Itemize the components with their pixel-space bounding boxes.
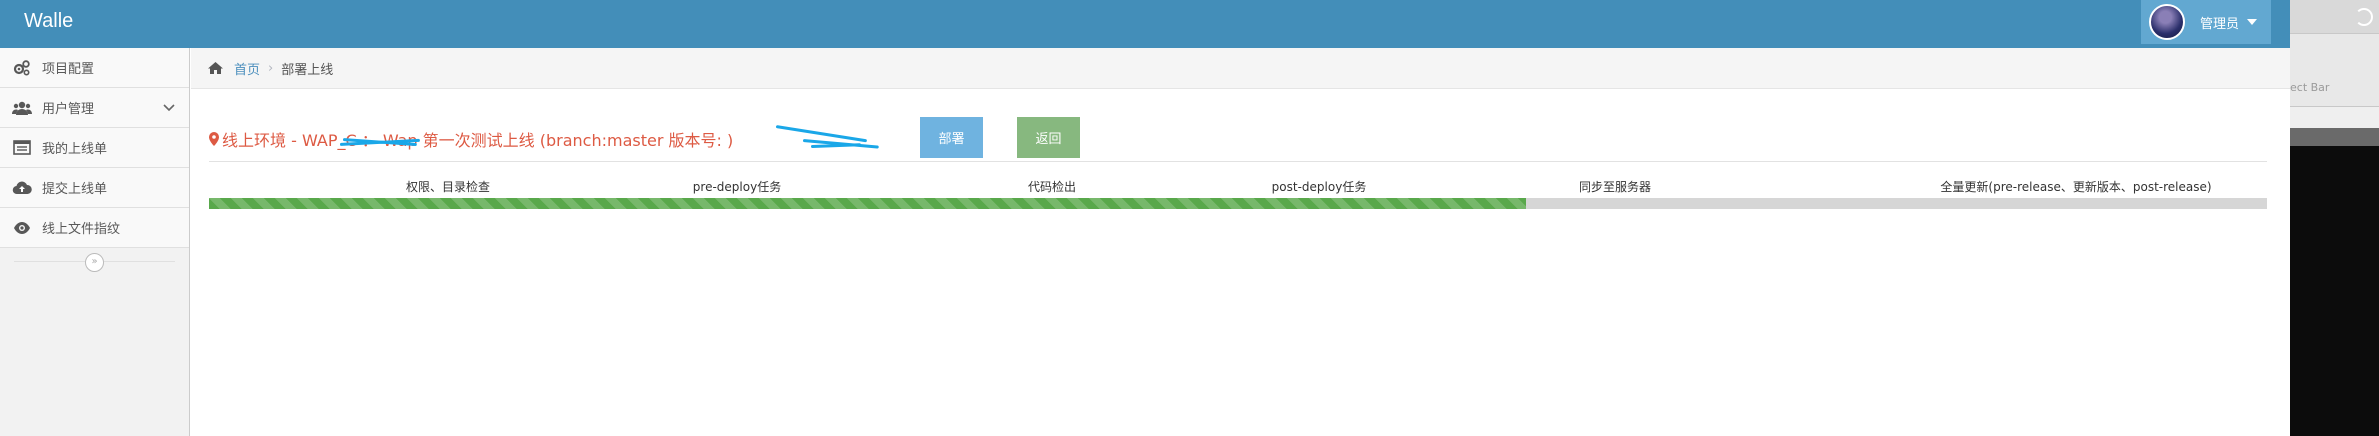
- desktop-toolbar: [2290, 106, 2379, 128]
- map-marker-icon: [209, 132, 219, 146]
- sidebar-collapse-button[interactable]: »: [85, 253, 104, 272]
- eye-icon: [12, 220, 32, 236]
- gears-icon: [12, 59, 32, 76]
- sidebar-item-label: 我的上线单: [42, 142, 108, 157]
- sidebar: 项目配置 用户管理 我的上线单 提交上线单 线上文件指纹 »: [0, 48, 190, 436]
- sidebar-item-label: 项目配置: [42, 62, 95, 77]
- step-label-permission-check: 权限、目录检查: [405, 180, 491, 194]
- sidebar-collapse-bar: »: [0, 248, 189, 276]
- sidebar-item-project-config[interactable]: 项目配置: [0, 48, 189, 88]
- breadcrumb-home-link[interactable]: 首页: [234, 59, 260, 78]
- sidebar-item-label: 线上文件指纹: [42, 222, 121, 237]
- sidebar-item-file-fingerprint[interactable]: 线上文件指纹: [0, 208, 189, 248]
- desktop-partial-text: ect Bar: [2290, 81, 2330, 94]
- deploy-progress-fill: [209, 198, 1527, 209]
- top-navbar: Walle 管理员: [0, 0, 2290, 48]
- breadcrumb: 首页 › 部署上线: [191, 48, 2290, 89]
- sidebar-item-label: 用户管理: [42, 102, 95, 117]
- step-label-pre-deploy: pre-deploy任务: [692, 180, 782, 194]
- sidebar-item-submit-deploy[interactable]: 提交上线单: [0, 168, 189, 208]
- step-label-sync-servers: 同步至服务器: [1578, 180, 1652, 194]
- user-menu[interactable]: 管理员: [2141, 0, 2271, 44]
- home-icon: [207, 61, 224, 75]
- deploy-steps: 权限、目录检查 pre-deploy任务 代码检出 post-deploy任务 …: [209, 178, 2267, 194]
- desktop-divider: [2290, 128, 2379, 146]
- deploy-title: 线上环境 - WAP_C ： Wap 第一次测试上线 (branch:maste…: [209, 127, 733, 151]
- step-label-code-checkout: 代码检出: [1027, 180, 1077, 194]
- chevron-down-icon: [163, 101, 175, 117]
- deploy-button[interactable]: 部署: [920, 117, 983, 158]
- deploy-title-text: 线上环境 - WAP_C ： Wap 第一次测试上线 (branch:maste…: [222, 131, 734, 150]
- redaction-mark: [810, 143, 862, 148]
- user-avatar: [2149, 4, 2185, 40]
- step-label-post-deploy: post-deploy任务: [1271, 180, 1367, 194]
- list-alt-icon: [12, 140, 32, 156]
- breadcrumb-separator-icon: ›: [268, 60, 274, 76]
- main-content: 线上环境 - WAP_C ： Wap 第一次测试上线 (branch:maste…: [191, 90, 2290, 436]
- step-label-full-update: 全量更新(pre-release、更新版本、post-release): [1940, 180, 2212, 194]
- sidebar-item-label: 提交上线单: [42, 182, 108, 197]
- desktop-window-strip: [2290, 0, 2379, 34]
- user-name: 管理员: [2200, 16, 2240, 32]
- caret-down-icon: [2247, 19, 2258, 25]
- deploy-progress-bar: [209, 198, 2267, 209]
- brand-logo[interactable]: Walle: [24, 10, 73, 33]
- swirl-icon: [2355, 8, 2373, 26]
- breadcrumb-current: 部署上线: [281, 62, 334, 78]
- users-icon: [12, 100, 32, 116]
- cloud-upload-icon: [12, 180, 32, 196]
- sidebar-item-user-management[interactable]: 用户管理: [0, 88, 189, 128]
- desktop-dark-window: [2290, 146, 2379, 436]
- divider: [209, 161, 2267, 162]
- sidebar-item-my-deploys[interactable]: 我的上线单: [0, 128, 189, 168]
- back-button[interactable]: 返回: [1017, 117, 1080, 158]
